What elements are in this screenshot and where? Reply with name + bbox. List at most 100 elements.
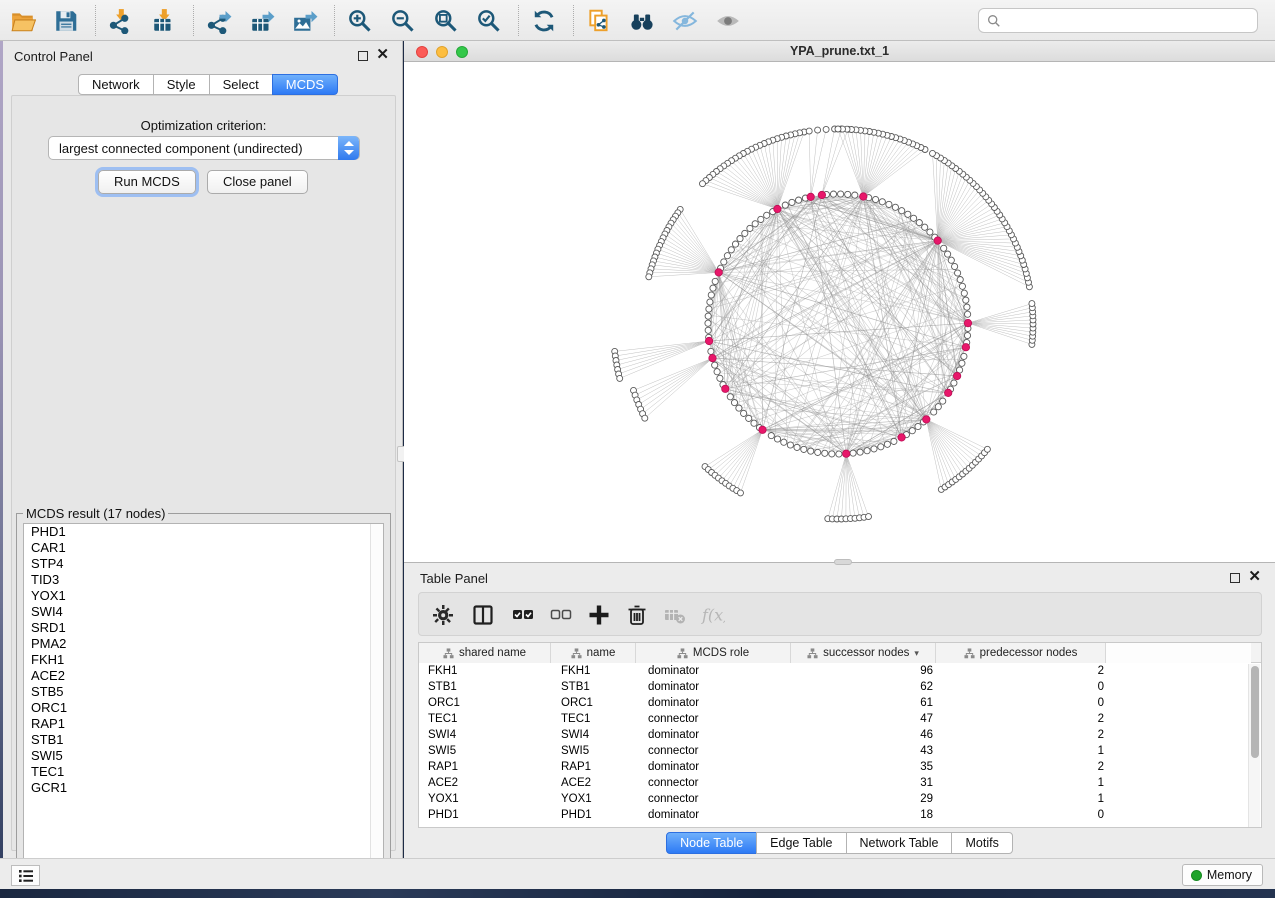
network-node[interactable]	[700, 181, 706, 187]
network-node[interactable]	[727, 394, 733, 400]
task-history-button[interactable]	[11, 865, 40, 886]
table-row[interactable]: RAP1RAP1dominator352	[419, 759, 1261, 775]
network-node[interactable]	[815, 127, 821, 133]
network-node[interactable]	[922, 224, 928, 230]
network-node[interactable]	[642, 415, 648, 421]
zoom-selected-icon[interactable]	[476, 8, 502, 34]
network-node[interactable]	[871, 446, 877, 452]
column-header-MCDS-role[interactable]: MCDS role	[636, 643, 791, 663]
network-node[interactable]	[717, 375, 723, 381]
clone-network-icon[interactable]	[586, 8, 612, 34]
network-node[interactable]	[961, 290, 967, 296]
export-image-icon[interactable]	[292, 8, 318, 34]
mcds-result-item[interactable]: ORC1	[24, 700, 383, 716]
column-header-name[interactable]: name	[551, 643, 636, 663]
table-row[interactable]: FKH1FKH1dominator962	[419, 663, 1261, 679]
network-node[interactable]	[957, 277, 963, 283]
table-row[interactable]: SWI4SWI4dominator462	[419, 727, 1261, 743]
mcds-result-item[interactable]: PMA2	[24, 636, 383, 652]
tab-style[interactable]: Style	[153, 74, 210, 95]
network-node[interactable]	[916, 220, 922, 226]
deselect-all-icon[interactable]	[549, 603, 573, 627]
show-details-icon[interactable]	[715, 8, 741, 34]
network-node[interactable]	[931, 409, 937, 415]
table-scrollbar-thumb[interactable]	[1251, 666, 1259, 758]
network-node[interactable]	[781, 439, 787, 445]
network-node[interactable]	[815, 449, 821, 455]
mcds-hub-node[interactable]	[807, 193, 814, 200]
network-node[interactable]	[961, 353, 967, 359]
network-node[interactable]	[708, 348, 714, 354]
network-node[interactable]	[838, 191, 844, 197]
zoom-fit-icon[interactable]	[433, 8, 459, 34]
network-node[interactable]	[705, 313, 711, 319]
network-node[interactable]	[751, 420, 757, 426]
tab-network[interactable]: Network	[78, 74, 154, 95]
network-node[interactable]	[758, 216, 764, 222]
network-node[interactable]	[752, 221, 758, 227]
optimization-criterion-select[interactable]: largest connected component (undirected)	[48, 136, 360, 160]
refresh-icon[interactable]	[531, 8, 557, 34]
network-node[interactable]	[794, 444, 800, 450]
mcds-result-item[interactable]: GCR1	[24, 780, 383, 796]
network-node[interactable]	[852, 192, 858, 198]
network-node[interactable]	[741, 410, 747, 416]
network-node[interactable]	[806, 128, 812, 134]
mcds-hub-node[interactable]	[774, 205, 781, 212]
network-node[interactable]	[941, 245, 947, 251]
network-node[interactable]	[1029, 301, 1035, 307]
mcds-hub-node[interactable]	[818, 191, 825, 198]
column-header-predecessor-nodes[interactable]: predecessor nodes	[936, 643, 1106, 663]
network-node[interactable]	[963, 297, 969, 303]
tab-motifs[interactable]: Motifs	[951, 832, 1012, 854]
table-row[interactable]: PHD1PHD1dominator180	[419, 807, 1261, 823]
network-node[interactable]	[935, 404, 941, 410]
mcds-result-item[interactable]: CAR1	[24, 540, 383, 556]
network-node[interactable]	[787, 442, 793, 448]
mcds-hub-node[interactable]	[923, 416, 930, 423]
delete-icon[interactable]	[625, 603, 649, 627]
zoom-out-icon[interactable]	[390, 8, 416, 34]
mcds-hub-node[interactable]	[722, 385, 729, 392]
network-node[interactable]	[909, 428, 915, 434]
mcds-result-item[interactable]: RAP1	[24, 716, 383, 732]
mcds-hub-node[interactable]	[945, 389, 952, 396]
import-table-icon[interactable]	[151, 8, 177, 34]
mcds-result-item[interactable]: SWI4	[24, 604, 383, 620]
network-node[interactable]	[801, 446, 807, 452]
network-node[interactable]	[879, 199, 885, 205]
network-node[interactable]	[959, 283, 965, 289]
search-input[interactable]	[1006, 13, 1257, 28]
save-session-icon[interactable]	[53, 8, 79, 34]
network-node[interactable]	[712, 278, 718, 284]
column-header-shared-name[interactable]: shared name	[419, 643, 551, 663]
network-node[interactable]	[823, 126, 829, 132]
mcds-result-item[interactable]: STB5	[24, 684, 383, 700]
network-canvas[interactable]	[404, 62, 1275, 562]
network-node[interactable]	[899, 208, 905, 214]
network-node[interactable]	[948, 257, 954, 263]
mcds-result-item[interactable]: SRD1	[24, 620, 383, 636]
network-node[interactable]	[886, 201, 892, 207]
network-node[interactable]	[710, 285, 716, 291]
network-node[interactable]	[736, 405, 742, 411]
mcds-result-item[interactable]: TID3	[24, 572, 383, 588]
select-all-icon[interactable]	[511, 603, 535, 627]
network-node[interactable]	[927, 229, 933, 235]
mcds-result-item[interactable]: STP4	[24, 556, 383, 572]
network-node[interactable]	[930, 150, 936, 156]
mcds-result-item[interactable]: SWI5	[24, 748, 383, 764]
mcds-hub-node[interactable]	[705, 337, 712, 344]
mcds-hub-node[interactable]	[934, 237, 941, 244]
network-node[interactable]	[789, 199, 795, 205]
column-header-successor-nodes[interactable]: successor nodes▾	[791, 643, 936, 663]
network-node[interactable]	[731, 400, 737, 406]
settings-icon[interactable]	[431, 603, 455, 627]
network-node[interactable]	[952, 263, 958, 269]
mcds-hub-node[interactable]	[709, 354, 716, 361]
mcds-hub-node[interactable]	[843, 450, 850, 457]
mcds-hub-node[interactable]	[953, 372, 960, 379]
table-row[interactable]: YOX1YOX1connector291	[419, 791, 1261, 807]
network-node[interactable]	[836, 451, 842, 457]
network-node[interactable]	[940, 398, 946, 404]
